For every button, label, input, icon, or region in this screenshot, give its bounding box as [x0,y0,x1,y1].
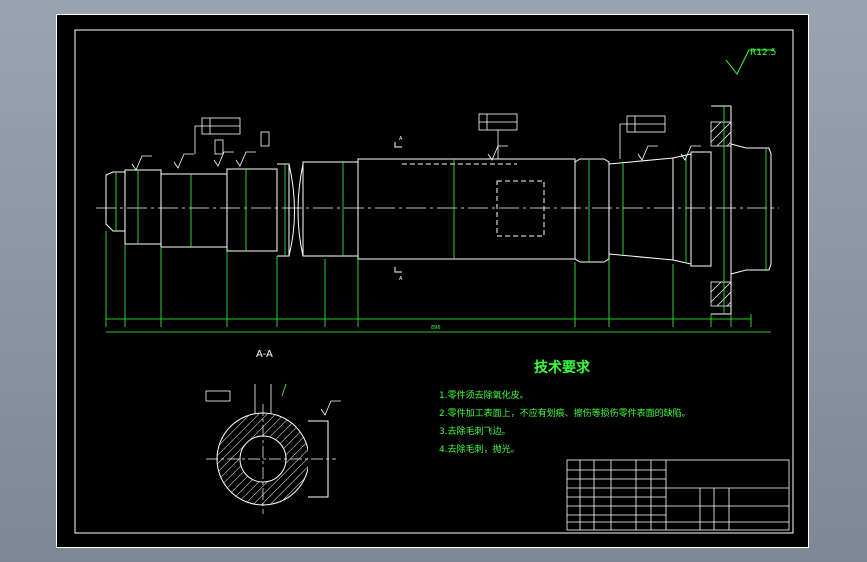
surface-finish-marks [131,145,701,171]
drawing-canvas: R12.5 896 A A A-A 技术要求 1.零件须去除氧化皮。 2.零件加… [56,14,809,548]
section-marker-top: A [399,136,403,142]
sheet-outer-border [56,14,809,548]
technical-requirements: 技术要求 1.零件须去除氧化皮。 2.零件加工表面上，不应有划痕、擦伤等损伤零件… [439,359,691,455]
requirement-1: 1.零件须去除氧化皮。 [439,389,529,401]
extension-lines: 896 [105,231,771,333]
overall-length-label: 896 [431,325,441,331]
requirement-3: 3.去除毛刺飞边。 [439,425,511,437]
section-title: A-A [256,349,273,360]
roughness-label: R12.5 [750,48,776,58]
title-block [566,459,790,531]
section-markers: A A [394,136,403,282]
section-aa-view [205,383,341,514]
cad-viewport[interactable]: R12.5 896 A A A-A 技术要求 1.零件须去除氧化皮。 2.零件加… [56,14,809,548]
sheet-inner-border [74,29,794,534]
flange-hatch [710,121,732,307]
requirement-4: 4.去除毛刺，抛光。 [439,443,520,455]
requirement-2: 2.零件加工表面上，不应有划痕、擦伤等损伤零件表面的缺陷。 [439,407,691,419]
section-marker-bottom: A [399,276,403,282]
tolerance-frames [194,113,666,159]
roughness-symbol-icon: R12.5 [725,48,776,75]
shaft-main-view [105,105,772,315]
diameter-dimensions [115,106,767,314]
tech-title: 技术要求 [534,359,591,376]
